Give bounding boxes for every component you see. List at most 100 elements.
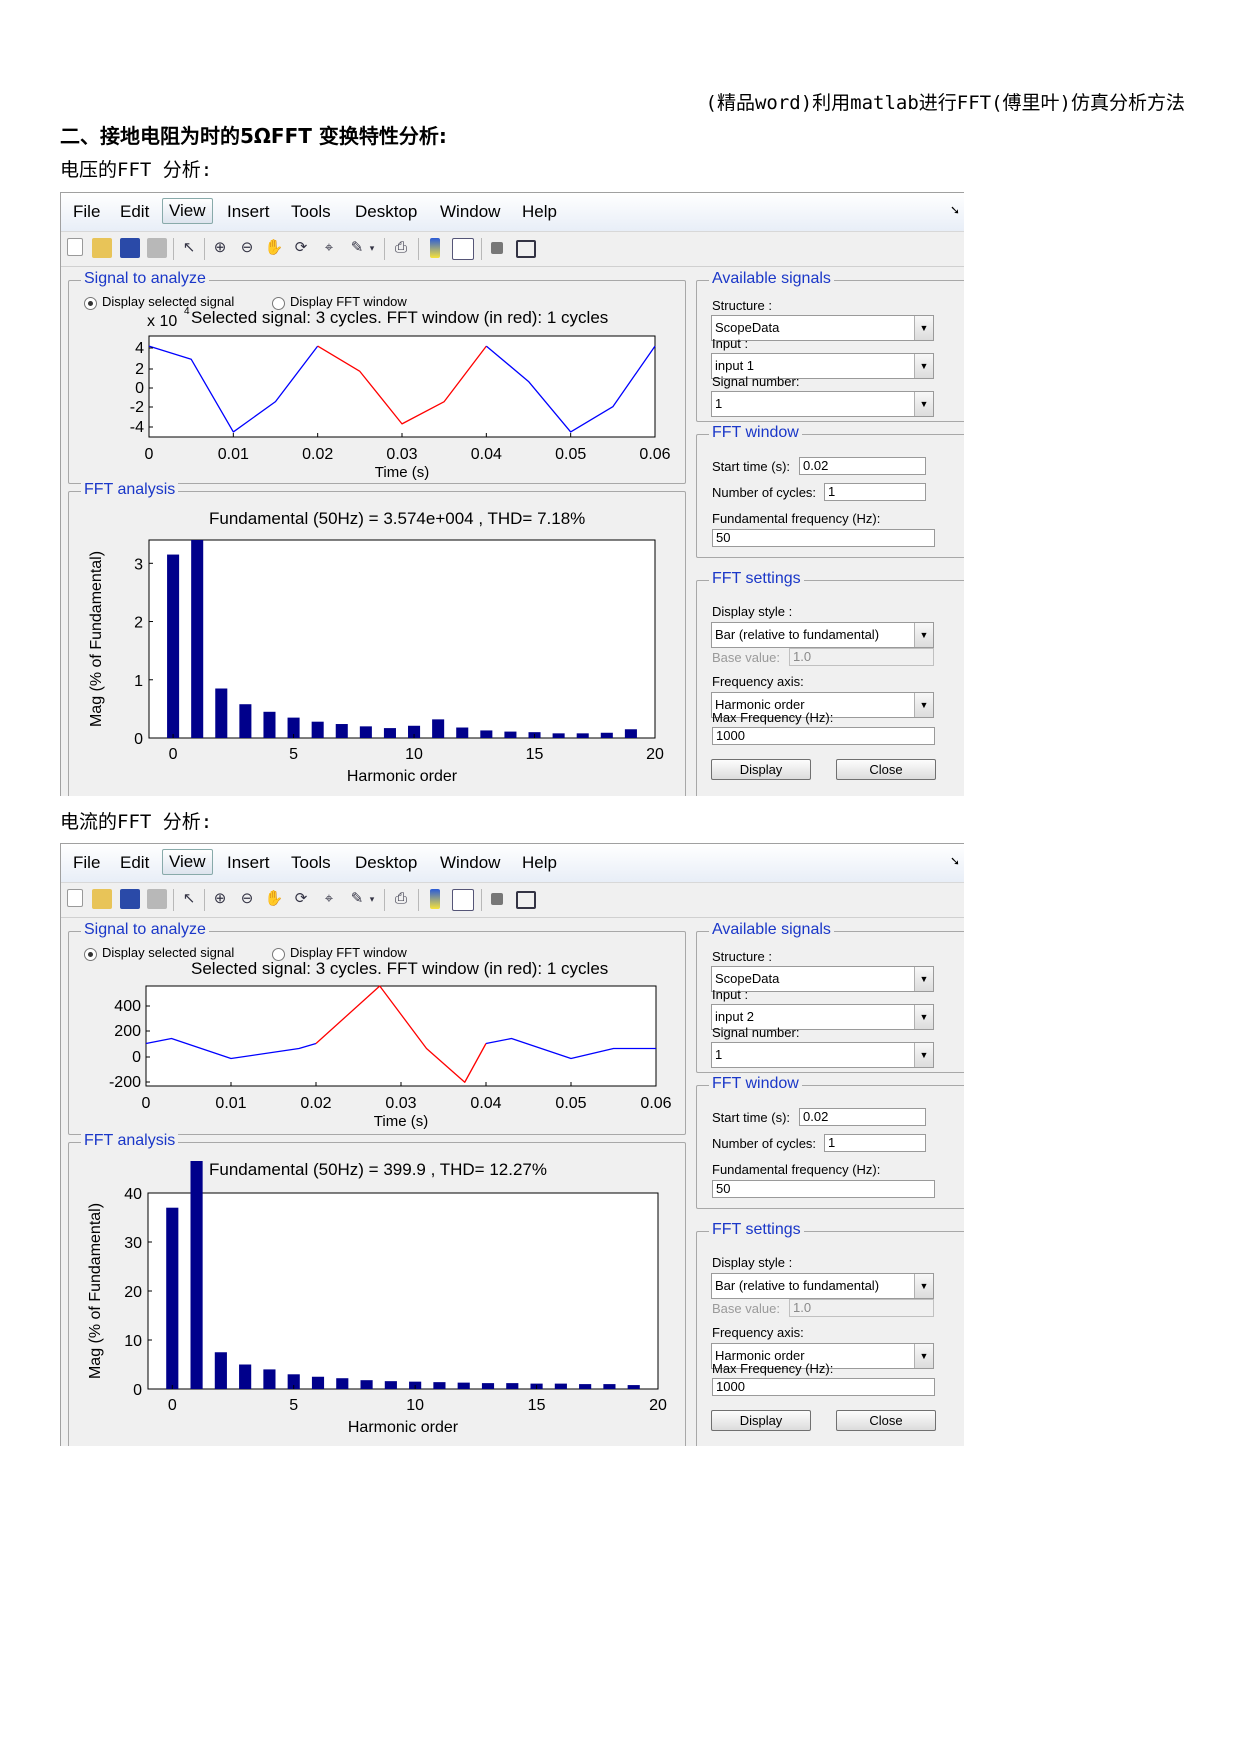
fft-bar <box>335 724 348 738</box>
fft-bar <box>457 1382 470 1389</box>
close-button[interactable]: Close <box>836 759 936 780</box>
fft-bar <box>506 1383 519 1389</box>
fft-bar <box>504 731 517 738</box>
base-value-input: 1.0 <box>789 648 934 666</box>
signal-number-label: Signal number: <box>712 1025 800 1040</box>
cycles-input[interactable]: 1 <box>824 1134 926 1152</box>
fund-freq-label: Fundamental frequency (Hz): <box>712 511 881 526</box>
max-frequency-label: Max Frequency (Hz): <box>712 710 834 725</box>
harm-y-tick-label: 10 <box>124 1333 142 1350</box>
display-button[interactable]: Display <box>711 759 811 780</box>
cycles-label: Number of cycles: <box>712 485 817 500</box>
fund-freq-input[interactable]: 50 <box>712 529 935 547</box>
fft-tool-window-voltage: File Edit View Insert Tools Desktop Wind… <box>60 192 964 796</box>
base-value-label: Base value: <box>712 1301 780 1316</box>
fft-bar <box>190 1161 203 1389</box>
chevron-down-icon[interactable]: ▼ <box>914 1274 933 1298</box>
cycles-input[interactable]: 1 <box>824 483 926 501</box>
input-value: input 1 <box>715 358 755 373</box>
display-style-label: Display style : <box>712 1255 793 1270</box>
fft-bar <box>167 554 180 738</box>
start-time-input[interactable]: 0.02 <box>799 1108 926 1126</box>
harm-x-tick-label: 15 <box>528 1397 546 1414</box>
fund-freq-label: Fundamental frequency (Hz): <box>712 1162 881 1177</box>
fft-bar <box>456 727 469 738</box>
structure-value: ScopeData <box>715 971 780 986</box>
harm-x-tick-label: 10 <box>405 746 423 763</box>
section-heading: 二、接地电阻为时的5ΩFFT 变换特性分析: <box>60 124 447 148</box>
signal-number-dropdown[interactable]: 1 ▼ <box>711 391 934 417</box>
fft-bar <box>624 729 637 738</box>
fft-bar <box>384 1381 397 1389</box>
caption-current: 电流的FFT 分析: <box>60 811 213 833</box>
display-style-dropdown[interactable]: Bar (relative to fundamental) ▼ <box>711 1273 934 1299</box>
harm-x-tick-label: 15 <box>526 746 544 763</box>
fft-bar <box>166 1207 179 1389</box>
structure-label: Structure : <box>712 298 772 313</box>
fft-bar <box>214 1352 227 1389</box>
display-button[interactable]: Display <box>711 1410 811 1431</box>
chevron-down-icon[interactable]: ▼ <box>914 1043 933 1067</box>
harm-x-tick-label: 20 <box>649 1397 667 1414</box>
structure-label: Structure : <box>712 949 772 964</box>
fft-bar <box>383 728 396 738</box>
harm-x-tick-label: 5 <box>289 746 298 763</box>
fft-window-title: FFT window <box>709 1075 802 1093</box>
input-value: input 2 <box>715 1009 755 1024</box>
fft-bar <box>579 1384 592 1389</box>
fft-bar <box>263 711 276 738</box>
chevron-down-icon[interactable]: ▼ <box>914 623 933 647</box>
chevron-down-icon[interactable]: ▼ <box>914 392 933 416</box>
frequency-axis-label: Frequency axis: <box>712 1325 804 1340</box>
fft-bar <box>576 733 589 738</box>
chevron-down-icon[interactable]: ▼ <box>914 967 933 991</box>
display-style-value: Bar (relative to fundamental) <box>715 627 880 642</box>
fft-tool-window-current: File Edit View Insert Tools Desktop Wind… <box>60 843 964 1446</box>
harm-x-tick-label: 5 <box>289 1397 298 1414</box>
max-frequency-label: Max Frequency (Hz): <box>712 1361 834 1376</box>
harm-y-tick-label: 0 <box>133 1382 142 1399</box>
cycles-label: Number of cycles: <box>712 1136 817 1151</box>
fft-bar <box>554 1383 567 1389</box>
chevron-down-icon[interactable]: ▼ <box>914 1344 933 1368</box>
display-style-value: Bar (relative to fundamental) <box>715 1278 880 1293</box>
start-time-input[interactable]: 0.02 <box>799 457 926 475</box>
fft-bar <box>433 1382 446 1389</box>
chevron-down-icon[interactable]: ▼ <box>914 1005 933 1029</box>
max-frequency-input[interactable]: 1000 <box>712 727 935 745</box>
fft-bar <box>627 1385 640 1389</box>
harm-y-tick-label: 20 <box>124 1284 142 1301</box>
caption-voltage: 电压的FFT 分析: <box>60 159 213 181</box>
start-time-label: Start time (s): <box>712 459 791 474</box>
harm-x-tick-label: 0 <box>169 746 178 763</box>
available-signals-title: Available signals <box>709 270 834 288</box>
harm-y-tick-label: 3 <box>134 556 143 573</box>
input-label: Input : <box>712 336 749 351</box>
fft-bar <box>432 719 445 738</box>
frequency-axis-label: Frequency axis: <box>712 674 804 689</box>
display-style-label: Display style : <box>712 604 793 619</box>
harm-y-axis-label: Mag (% of Fundamental) <box>88 551 105 727</box>
harm-y-tick-label: 1 <box>134 673 143 690</box>
fft-bar <box>263 1369 276 1389</box>
fft-bar <box>191 540 204 738</box>
input-label: Input : <box>712 987 749 1002</box>
fft-bar <box>239 704 252 738</box>
signal-number-label: Signal number: <box>712 374 800 389</box>
harm-x-tick-label: 10 <box>406 1397 424 1414</box>
harm-y-tick-label: 40 <box>124 1186 142 1203</box>
fund-freq-input[interactable]: 50 <box>712 1180 935 1198</box>
chevron-down-icon[interactable]: ▼ <box>914 693 933 717</box>
display-style-dropdown[interactable]: Bar (relative to fundamental) ▼ <box>711 622 934 648</box>
fft-bar <box>480 730 493 738</box>
signal-number-dropdown[interactable]: 1 ▼ <box>711 1042 934 1068</box>
fft-bar <box>481 1383 495 1389</box>
fft-bar <box>360 1380 373 1389</box>
chevron-down-icon[interactable]: ▼ <box>914 316 933 340</box>
start-time-label: Start time (s): <box>712 1110 791 1125</box>
close-button[interactable]: Close <box>836 1410 936 1431</box>
harm-x-axis-label: Harmonic order <box>348 1419 459 1436</box>
max-frequency-input[interactable]: 1000 <box>712 1378 935 1396</box>
fft-window-title: FFT window <box>709 424 802 442</box>
chevron-down-icon[interactable]: ▼ <box>914 354 933 378</box>
